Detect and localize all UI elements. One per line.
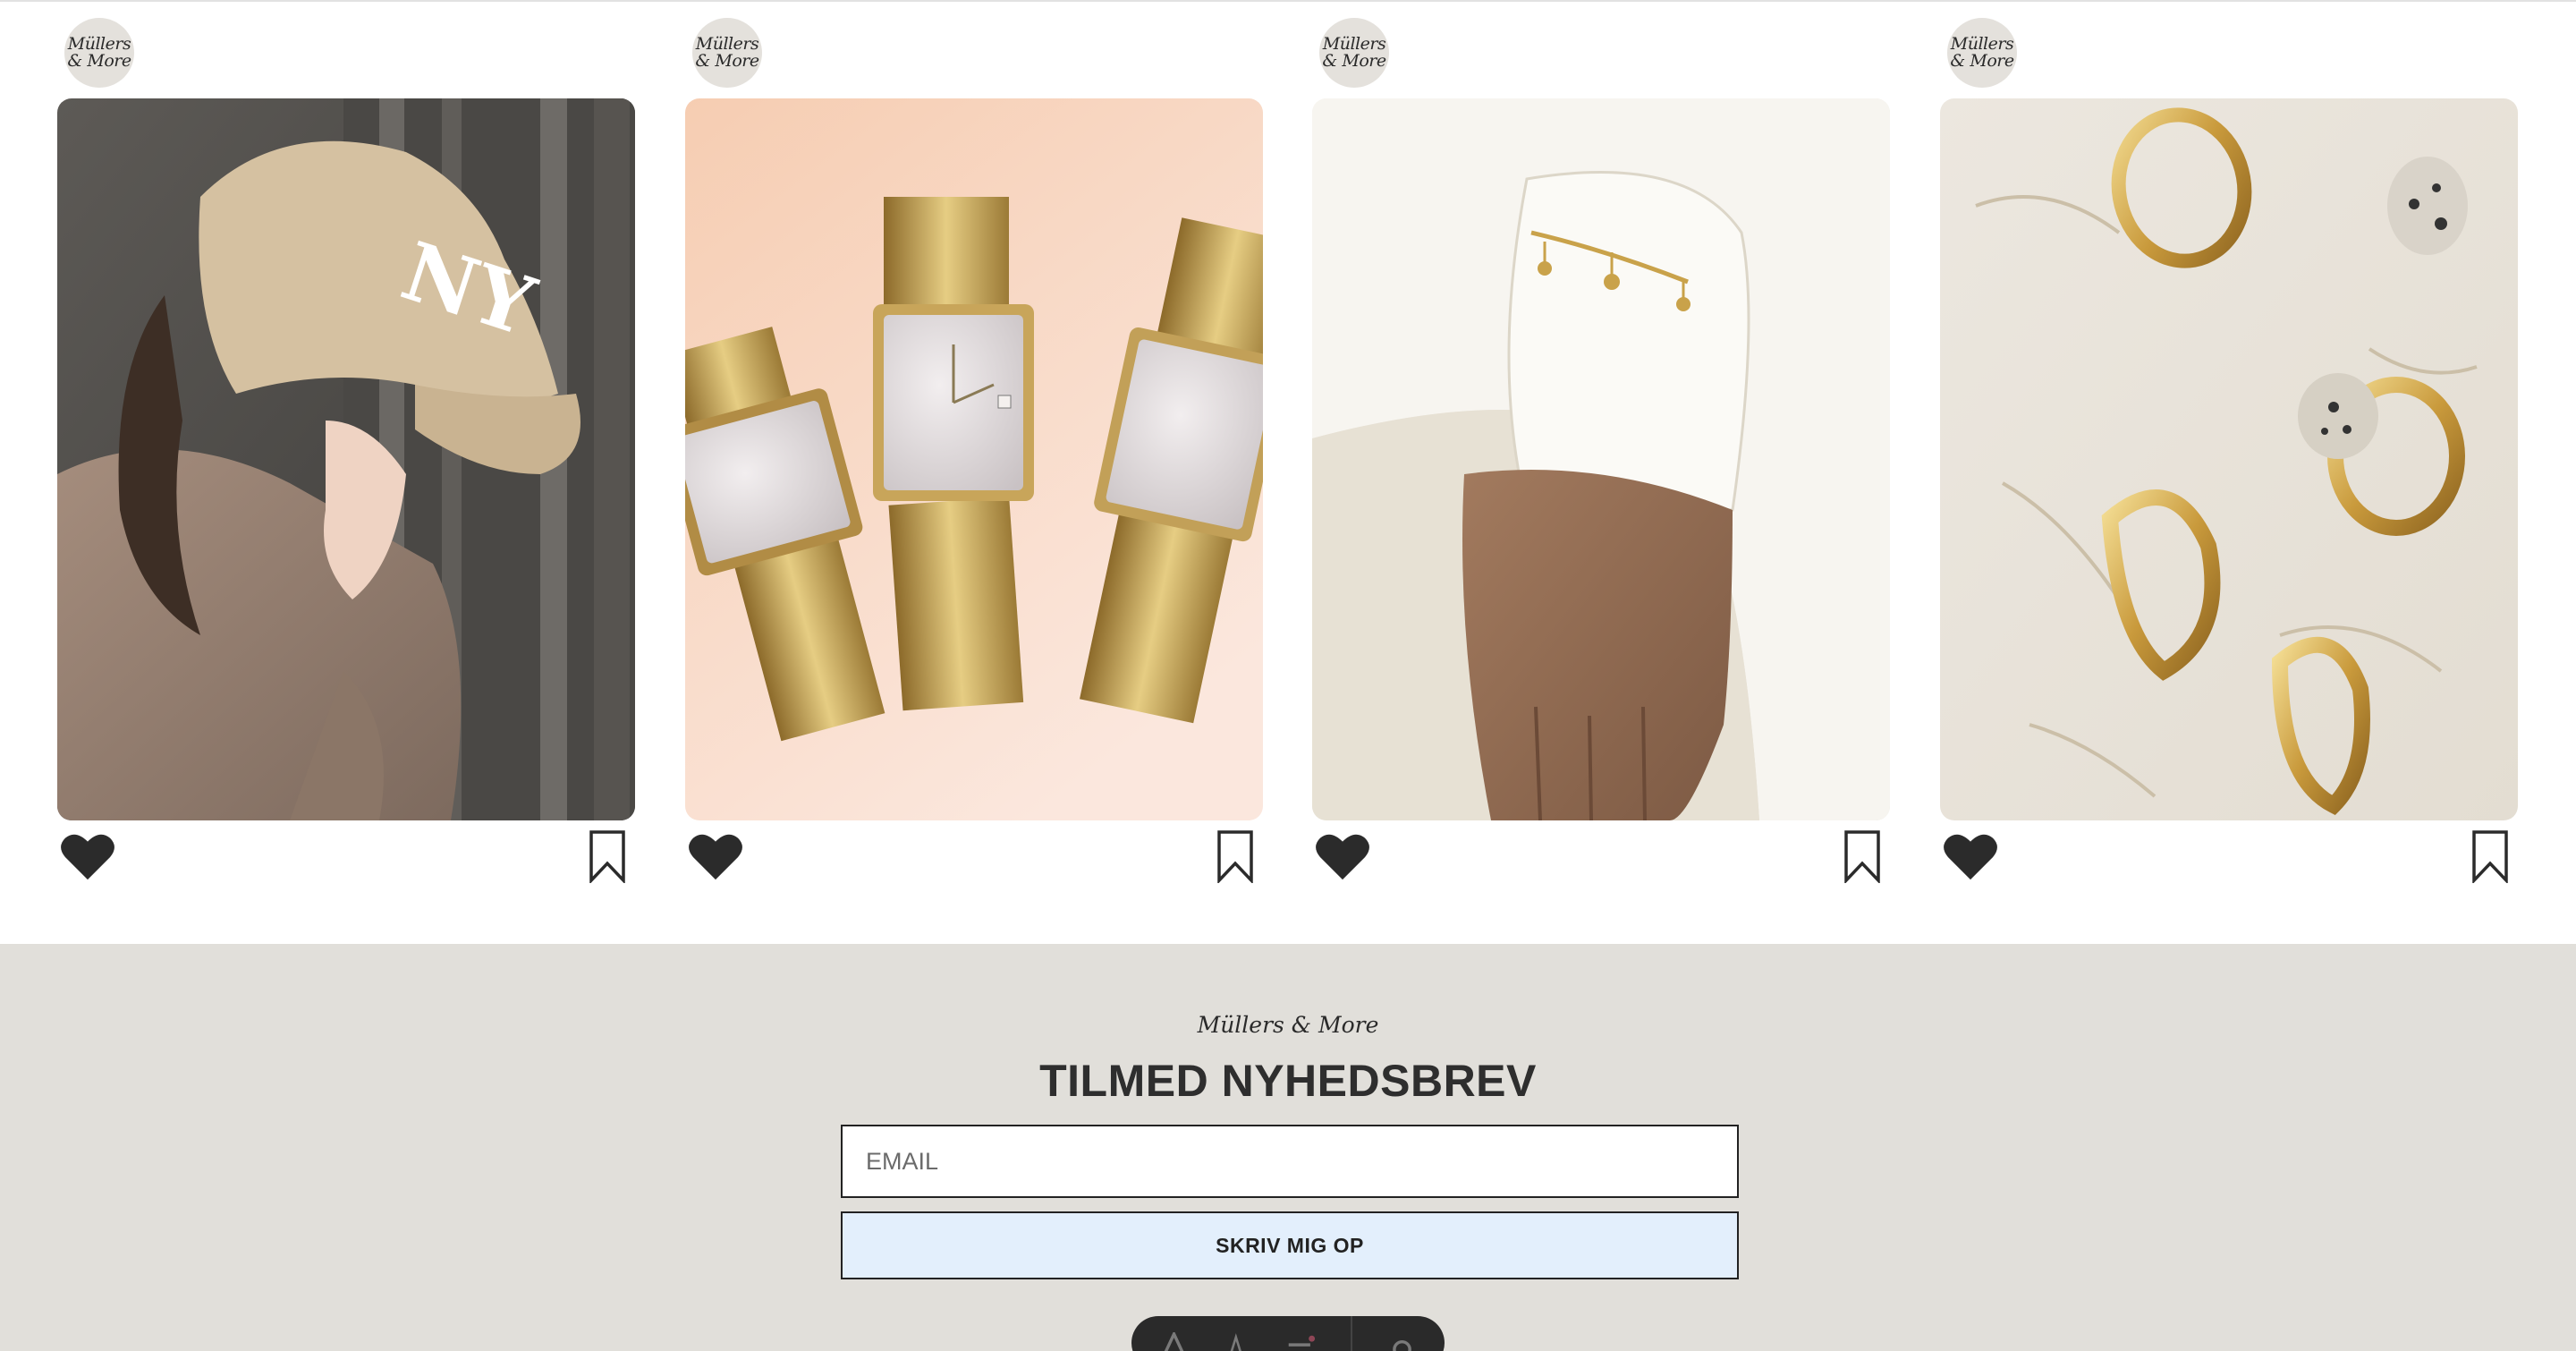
- accessibility-toolbar[interactable]: [1131, 1316, 1445, 1351]
- heart-icon[interactable]: [1315, 831, 1370, 881]
- post-actions: [1940, 828, 2518, 885]
- post-photo-cap[interactable]: NY: [57, 98, 635, 820]
- bookmark-icon[interactable]: [2471, 829, 2509, 883]
- brand-avatar[interactable]: Müllers & More: [692, 18, 762, 88]
- post-actions: [1312, 828, 1890, 885]
- reading-line-icon[interactable]: [1287, 1332, 1316, 1351]
- brand-avatar[interactable]: Müllers & More: [64, 18, 134, 88]
- brand-wordmark: Müllers & More: [1197, 1012, 1379, 1038]
- heart-icon[interactable]: [688, 831, 743, 881]
- avatar-text-line2: & More: [1950, 51, 2014, 71]
- avatar-text-line2: & More: [695, 51, 759, 71]
- post-photo-bracelet[interactable]: [1312, 98, 1890, 820]
- post-photo-watches[interactable]: [685, 98, 1263, 820]
- cursor-icon[interactable]: [1224, 1332, 1251, 1351]
- gold-hoop-earrings-in-plaster-photo: [1940, 98, 2518, 820]
- bookmark-icon[interactable]: [1216, 829, 1254, 883]
- gold-square-watches-photo: [685, 98, 1263, 820]
- feed-post: Müllers & More: [1940, 0, 2518, 895]
- post-actions: [57, 828, 635, 885]
- email-field[interactable]: [841, 1125, 1739, 1198]
- brand-avatar[interactable]: Müllers & More: [1947, 18, 2017, 88]
- woman-in-beige-cap-photo: NY: [57, 98, 635, 820]
- page: Müllers & More NY Müllers & More Müllers…: [0, 0, 2576, 1351]
- toolbar-divider: [1351, 1316, 1352, 1351]
- feed-post: Müllers & More: [57, 0, 635, 895]
- subscribe-button[interactable]: SKRIV MIG OP: [841, 1211, 1739, 1279]
- bookmark-icon[interactable]: [589, 829, 626, 883]
- gear-icon[interactable]: [1388, 1332, 1416, 1351]
- gold-charm-bracelet-wrist-photo: [1312, 98, 1890, 820]
- instagram-feed: Müllers & More NY Müllers & More Müllers…: [0, 0, 2576, 944]
- brand-avatar[interactable]: Müllers & More: [1319, 18, 1389, 88]
- text-size-icon[interactable]: [1160, 1332, 1188, 1351]
- post-actions: [685, 828, 1263, 885]
- newsletter-title: TILMED NYHEDSBREV: [1039, 1056, 1537, 1106]
- feed-post: Müllers & More: [685, 0, 1263, 895]
- feed-post: Müllers & More: [1312, 0, 1890, 895]
- heart-icon[interactable]: [1943, 831, 1998, 881]
- post-photo-earrings[interactable]: [1940, 98, 2518, 820]
- avatar-text-line2: & More: [67, 51, 131, 71]
- heart-icon[interactable]: [60, 831, 115, 881]
- avatar-text-line2: & More: [1322, 51, 1386, 71]
- newsletter-section: Müllers & More TILMED NYHEDSBREV SKRIV M…: [0, 944, 2576, 1351]
- bookmark-icon[interactable]: [1843, 829, 1881, 883]
